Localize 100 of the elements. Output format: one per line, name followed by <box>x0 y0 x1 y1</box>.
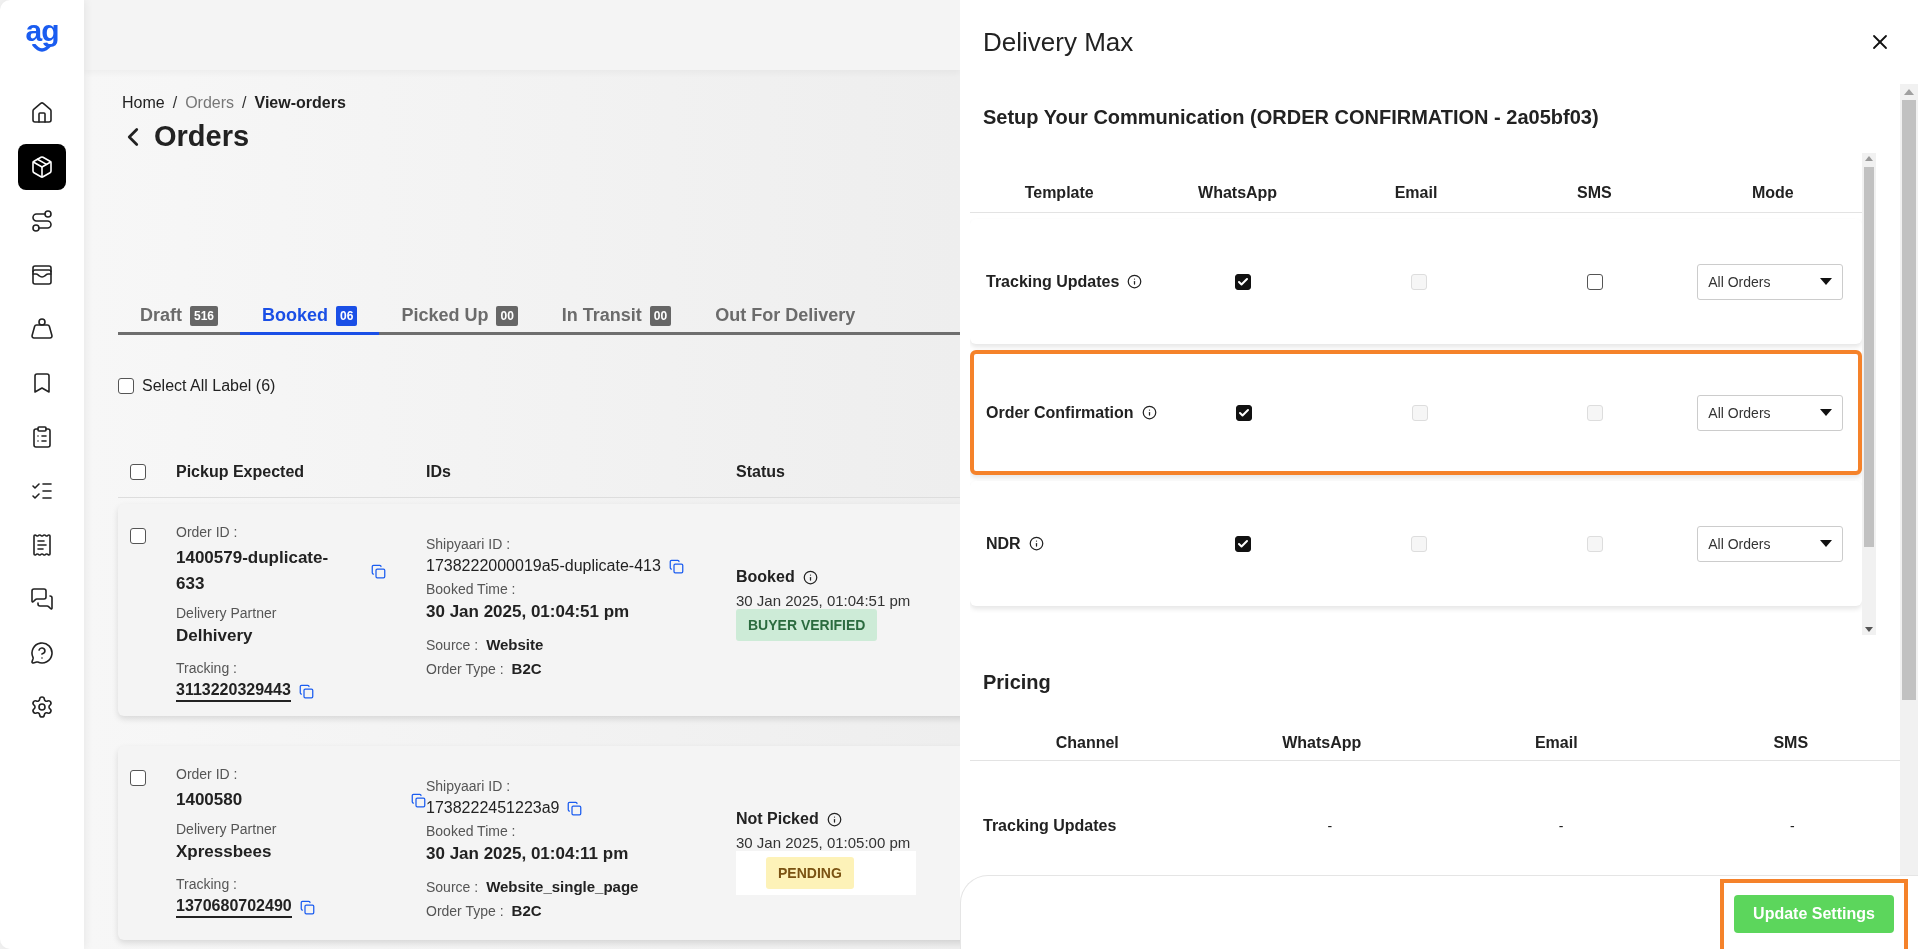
column-header: Status <box>736 463 786 481</box>
count-badge: 516 <box>190 305 219 326</box>
tab[interactable]: Picked Up 00 <box>379 305 540 335</box>
field-label: Order Type : <box>426 903 504 919</box>
field-label: Booked Time : <box>426 823 517 839</box>
tab[interactable]: Booked 06 <box>240 305 380 335</box>
row-checkbox[interactable] <box>130 528 146 544</box>
route-icon <box>30 209 54 233</box>
copy-icon[interactable] <box>298 684 314 699</box>
select-all-label: Select All Label (6) <box>142 377 276 395</box>
info-icon <box>1127 274 1143 289</box>
price-value: - <box>1557 818 1565 834</box>
mode-dropdown[interactable]: All Orders <box>1697 525 1844 562</box>
info-icon <box>1028 536 1044 551</box>
order-id: 1400579-duplicate-633 <box>176 547 330 595</box>
breadcrumb-link[interactable]: View-orders <box>254 94 346 112</box>
status-badge: PENDING <box>766 857 854 889</box>
column-header: SMS <box>1772 734 1810 752</box>
copy-icon[interactable] <box>411 792 426 808</box>
settings-icon <box>30 695 54 719</box>
nav-item[interactable] <box>18 144 66 190</box>
booked-time: 30 Jan 2025, 01:04:51 pm <box>426 602 631 622</box>
wallet-icon <box>30 263 54 287</box>
status-text: Booked <box>736 568 795 586</box>
template-name: Order Confirmation <box>986 403 1134 422</box>
tracking-link[interactable]: 3113220329443 <box>176 681 291 702</box>
section-title: Pricing <box>983 671 1052 694</box>
field-label: Shipyaari ID : <box>426 536 512 552</box>
field-label: Tracking : <box>176 876 238 892</box>
copy-icon[interactable] <box>567 800 583 816</box>
channel-checkbox[interactable] <box>1235 273 1252 290</box>
source-value: Website <box>486 636 544 653</box>
field-label: Order ID : <box>176 766 239 782</box>
mode-dropdown[interactable]: All Orders <box>1697 394 1844 431</box>
field-label: Source : <box>426 879 479 895</box>
info-icon <box>802 569 818 585</box>
partner-name: Delhivery <box>176 626 254 646</box>
status-time: 30 Jan 2025, 01:04:51 pm <box>736 592 912 609</box>
field-label: Source : <box>426 637 479 653</box>
shipyaari-id: 1738222000019a5-duplicate-413 <box>426 557 661 575</box>
shipyaari-id: 1738222451223a9 <box>426 799 560 817</box>
count-badge: 06 <box>336 305 358 326</box>
check-icon <box>1237 275 1250 288</box>
order-id: 1400580 <box>176 789 243 811</box>
channel-checkbox[interactable] <box>1236 404 1253 421</box>
copy-icon[interactable] <box>668 558 684 574</box>
check-icon <box>1238 406 1251 419</box>
scrollbar[interactable] <box>1900 84 1918 875</box>
scrollbar[interactable] <box>1862 153 1876 635</box>
count-badge: 00 <box>496 305 518 326</box>
chat-icon <box>30 587 54 611</box>
column-header: IDs <box>426 463 452 481</box>
select-all-checkbox[interactable] <box>118 378 134 394</box>
row-checkbox[interactable] <box>130 770 146 786</box>
status-badge: BUYER VERIFIED <box>736 609 878 641</box>
field-label: Delivery Partner <box>176 821 278 837</box>
weight-icon <box>30 317 54 341</box>
breadcrumb-link[interactable]: Home <box>122 94 165 112</box>
tab[interactable]: Out For Delivery <box>693 305 878 335</box>
breadcrumb-separator: / <box>172 94 178 112</box>
order-type: B2C <box>511 660 542 677</box>
booked-time: 30 Jan 2025, 01:04:11 pm <box>426 844 630 864</box>
caret-icon <box>1820 540 1833 547</box>
channel-checkbox[interactable] <box>1586 273 1603 290</box>
receipt-icon <box>30 533 54 557</box>
home-icon <box>30 101 54 125</box>
price-value: - <box>1789 818 1796 834</box>
field-label: Booked Time : <box>426 581 517 597</box>
clipboard-icon <box>30 425 54 449</box>
template-name: Tracking Updates <box>986 272 1120 291</box>
mode-dropdown[interactable]: All Orders <box>1697 263 1844 300</box>
column-header: WhatsApp <box>1197 183 1279 202</box>
field-label: Tracking : <box>176 660 238 676</box>
caret-icon <box>1820 409 1833 416</box>
count-badge: 00 <box>649 305 672 326</box>
breadcrumb-separator: / <box>242 94 247 112</box>
column-header: SMS <box>1576 183 1613 202</box>
copy-icon[interactable] <box>299 900 315 915</box>
header-checkbox[interactable] <box>130 464 146 480</box>
tab[interactable]: In Transit 00 <box>539 305 694 335</box>
box-icon <box>30 155 54 179</box>
tracking-link[interactable]: 1370680702490 <box>176 897 292 918</box>
copy-icon[interactable] <box>371 563 386 579</box>
field-label: Order Type : <box>426 661 504 677</box>
channel-checkbox[interactable] <box>1235 535 1252 552</box>
section-title: Setup Your Communication (ORDER CONFIRMATION - 2a05bf03) <box>983 106 1600 129</box>
tab[interactable]: Draft 516 <box>118 305 241 335</box>
caret-icon <box>1820 278 1833 285</box>
partner-name: Xpressbees <box>176 842 273 862</box>
page-title: Orders <box>154 120 250 153</box>
column-header: Mode <box>1750 183 1795 202</box>
breadcrumb-link[interactable]: Orders <box>185 94 235 112</box>
order-type: B2C <box>511 902 542 919</box>
status-text: Not Picked <box>736 810 819 828</box>
price-value: - <box>1326 818 1334 834</box>
column-header: WhatsApp <box>1281 734 1363 752</box>
field-label: Order ID : <box>176 524 239 540</box>
source-value: Website_single_page <box>486 878 639 895</box>
column-header: Channel <box>1054 734 1120 752</box>
help-icon <box>30 641 54 665</box>
